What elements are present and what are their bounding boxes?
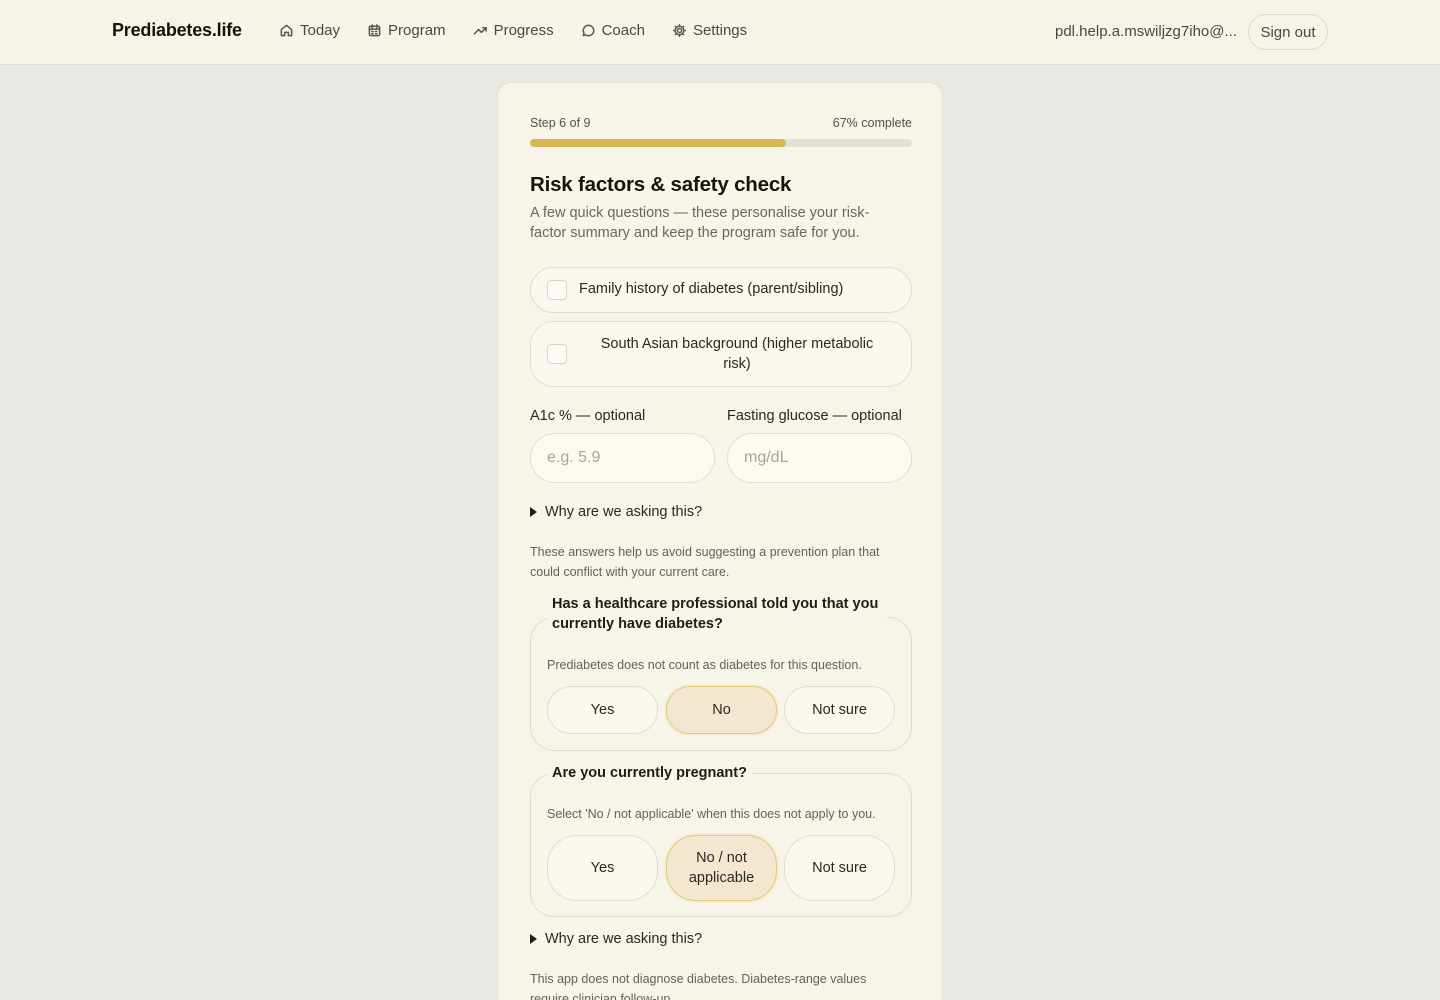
diabetes-not-sure-option[interactable]: Not sure <box>784 686 895 734</box>
pregnancy-question-hint: Select 'No / not applicable' when this d… <box>547 807 876 821</box>
south-asian-checkbox[interactable] <box>547 344 567 364</box>
diabetes-no-option[interactable]: No <box>666 686 777 734</box>
disclosure-triangle-icon <box>530 507 537 517</box>
family-history-option[interactable]: Family history of diabetes (parent/sibli… <box>530 267 912 313</box>
nav-item-settings[interactable]: Settings <box>672 22 747 39</box>
trend-up-icon <box>473 26 487 35</box>
nav-item-label: Progress <box>493 22 554 39</box>
nav-item-progress[interactable]: Progress <box>473 22 554 39</box>
user-email: pdl.help.a.mswiljzg7iho@... <box>1055 23 1237 40</box>
top-navigation-bar: Prediabetes.life Today Program Progress … <box>0 0 1440 65</box>
south-asian-label: South Asian background (higher metabolic… <box>600 336 874 372</box>
progress-bar <box>530 139 912 147</box>
a1c-label: A1c % — optional <box>530 408 646 424</box>
diabetes-question: Has a healthcare professional told you t… <box>547 594 887 634</box>
disclaimer-note: This app does not diagnose diabetes. Dia… <box>530 972 867 1000</box>
step-text: Step 6 of 9 <box>530 116 591 130</box>
fasting-glucose-input[interactable] <box>727 433 912 483</box>
nav-item-label: Program <box>388 22 446 39</box>
diabetes-yes-option[interactable]: Yes <box>547 686 658 734</box>
diabetes-question-group: Has a healthcare professional told you t… <box>530 594 912 751</box>
pregnant-not-sure-option[interactable]: Not sure <box>784 835 895 901</box>
percent-complete-text: 67% complete <box>832 116 912 130</box>
family-history-label: Family history of diabetes (parent/sibli… <box>579 281 844 297</box>
nav-item-label: Settings <box>692 22 748 39</box>
chat-bubble-icon <box>582 24 595 37</box>
sign-out-button[interactable]: Sign out <box>1248 14 1328 50</box>
a1c-input[interactable] <box>530 433 715 483</box>
home-icon <box>280 24 293 37</box>
why-asking-disclosure-2[interactable]: Why are we asking this? <box>530 931 912 947</box>
family-history-checkbox[interactable] <box>547 280 567 300</box>
pregnant-no-option[interactable]: No / not applicable <box>666 835 777 901</box>
disclosure-triangle-icon <box>530 934 537 944</box>
page-subtitle: A few quick questions — these personalis… <box>530 205 870 241</box>
south-asian-option[interactable]: South Asian background (higher metabolic… <box>530 321 912 387</box>
why-asking-label: Why are we asking this? <box>545 504 703 520</box>
page-title: Risk factors & safety check <box>530 173 792 196</box>
pregnancy-question: Are you currently pregnant? <box>547 763 752 783</box>
main-nav: Today Program Progress Coach Settings <box>279 22 747 39</box>
nav-item-label: Coach <box>601 22 645 39</box>
gear-icon <box>672 23 687 38</box>
pregnant-yes-option[interactable]: Yes <box>547 835 658 901</box>
brand-logo[interactable]: Prediabetes.life <box>112 20 242 41</box>
step-indicator: Step 6 of 9 67% complete <box>530 116 912 132</box>
diabetes-question-hint: Prediabetes does not count as diabetes f… <box>547 658 862 672</box>
nav-item-coach[interactable]: Coach <box>581 22 645 39</box>
why-asking-disclosure[interactable]: Why are we asking this? <box>530 504 912 520</box>
pregnancy-question-group: Are you currently pregnant? Select 'No /… <box>530 763 912 917</box>
onboarding-card: Step 6 of 9 67% complete Risk factors & … <box>497 82 943 1000</box>
answers-note: These answers help us avoid suggesting a… <box>530 545 880 579</box>
nav-item-today[interactable]: Today <box>279 22 340 39</box>
nav-item-program[interactable]: Program <box>367 22 446 39</box>
progress-bar-fill <box>530 139 786 147</box>
why-asking-label: Why are we asking this? <box>545 931 703 947</box>
fasting-glucose-label: Fasting glucose — optional <box>727 408 902 424</box>
calendar-icon <box>368 24 381 37</box>
nav-item-label: Today <box>300 22 341 39</box>
